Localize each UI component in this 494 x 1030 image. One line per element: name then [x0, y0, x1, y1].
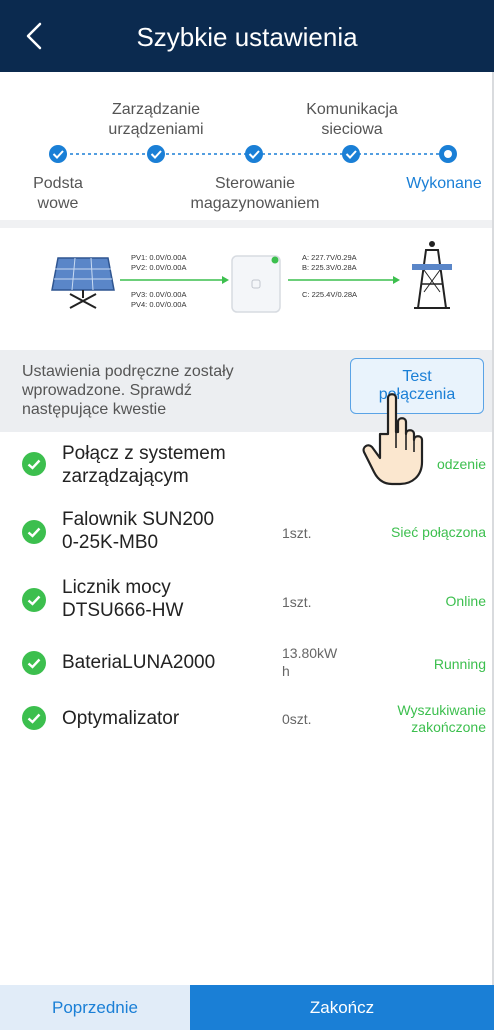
pv-readings-top: PV1: 0.0V/0.00A PV2: 0.0V/0.00A — [131, 253, 187, 272]
top-bar: Szybkie ustawienia — [0, 0, 494, 72]
section-divider — [0, 220, 494, 228]
item-quantity: 13.80kW h — [282, 645, 338, 679]
step-done-icon — [245, 145, 263, 163]
item-name: Falownik SUN200 0-25K-MB0 — [62, 509, 215, 553]
check-circle-icon — [22, 706, 46, 730]
item-quantity: 1szt. — [282, 525, 312, 541]
list-item: Licznik mocy DTSU666-HW 1szt. Online — [0, 576, 494, 632]
power-grid-icon — [412, 241, 452, 309]
bottom-actions: Poprzednie Zakończ — [0, 985, 494, 1030]
step-current-icon — [439, 145, 457, 163]
step-label-basic: Podsta wowe — [33, 175, 83, 212]
check-circle-icon — [22, 651, 46, 675]
step-done-icon — [147, 145, 165, 163]
list-item: BateriaLUNA2000 13.80kW h Running — [0, 642, 494, 688]
check-circle-icon — [22, 452, 46, 476]
item-status: Online — [445, 593, 486, 609]
item-status: Wyszukiwanie zakończone — [397, 702, 486, 735]
item-name: Optymalizator — [62, 708, 180, 729]
step-label-done: Wykonane — [406, 175, 482, 192]
step-label-network: Komunikacja sieciowa — [306, 101, 398, 138]
energy-flow-diagram: PV1: 0.0V/0.00A PV2: 0.0V/0.00A PV3: 0.0… — [0, 228, 494, 350]
list-item: Optymalizator 0szt. Wyszukiwanie zakończ… — [0, 700, 494, 746]
item-status: odzenie — [436, 456, 486, 472]
solar-panel-icon — [51, 257, 115, 309]
progress-stepper: Podsta wowe Zarządzanie urządzeniami Ste… — [0, 72, 494, 220]
item-name: Licznik mocy DTSU666-HW — [62, 577, 184, 621]
previous-button[interactable]: Poprzednie — [0, 985, 190, 1030]
step-done-icon — [342, 145, 360, 163]
item-status: Running — [433, 656, 486, 672]
pv-readings-bottom: PV3: 0.0V/0.00A PV4: 0.0V/0.00A — [131, 290, 187, 309]
grid-phase-c-reading: C: 225.4V/0.28A — [302, 290, 358, 299]
notice-text: Ustawienia podręczne zostały wprowadzone… — [22, 363, 234, 418]
step-label-storage-control: Sterowanie magazynowaniem — [190, 175, 320, 212]
item-name: Połącz z systemem zarządzającym — [62, 443, 226, 487]
page-title: Szybkie ustawienia — [136, 22, 358, 52]
finish-button[interactable]: Zakończ — [190, 985, 494, 1030]
item-status: Sieć połączona — [391, 524, 486, 540]
inverter-icon — [231, 255, 281, 313]
check-circle-icon — [22, 588, 46, 612]
list-item: Falownik SUN200 0-25K-MB0 1szt. Sieć poł… — [0, 506, 494, 562]
item-name: BateriaLUNA2000 — [62, 652, 216, 673]
step-label-device-management: Zarządzanie urządzeniami — [108, 101, 204, 138]
item-quantity: 0szt. — [282, 711, 312, 727]
step-done-icon — [49, 145, 67, 163]
check-circle-icon — [22, 520, 46, 544]
item-quantity: 1szt. — [282, 594, 312, 610]
pointing-hand-icon — [362, 393, 424, 486]
grid-phase-readings: A: 227.7V/0.29A B: 225.3V/0.28A — [302, 253, 357, 272]
